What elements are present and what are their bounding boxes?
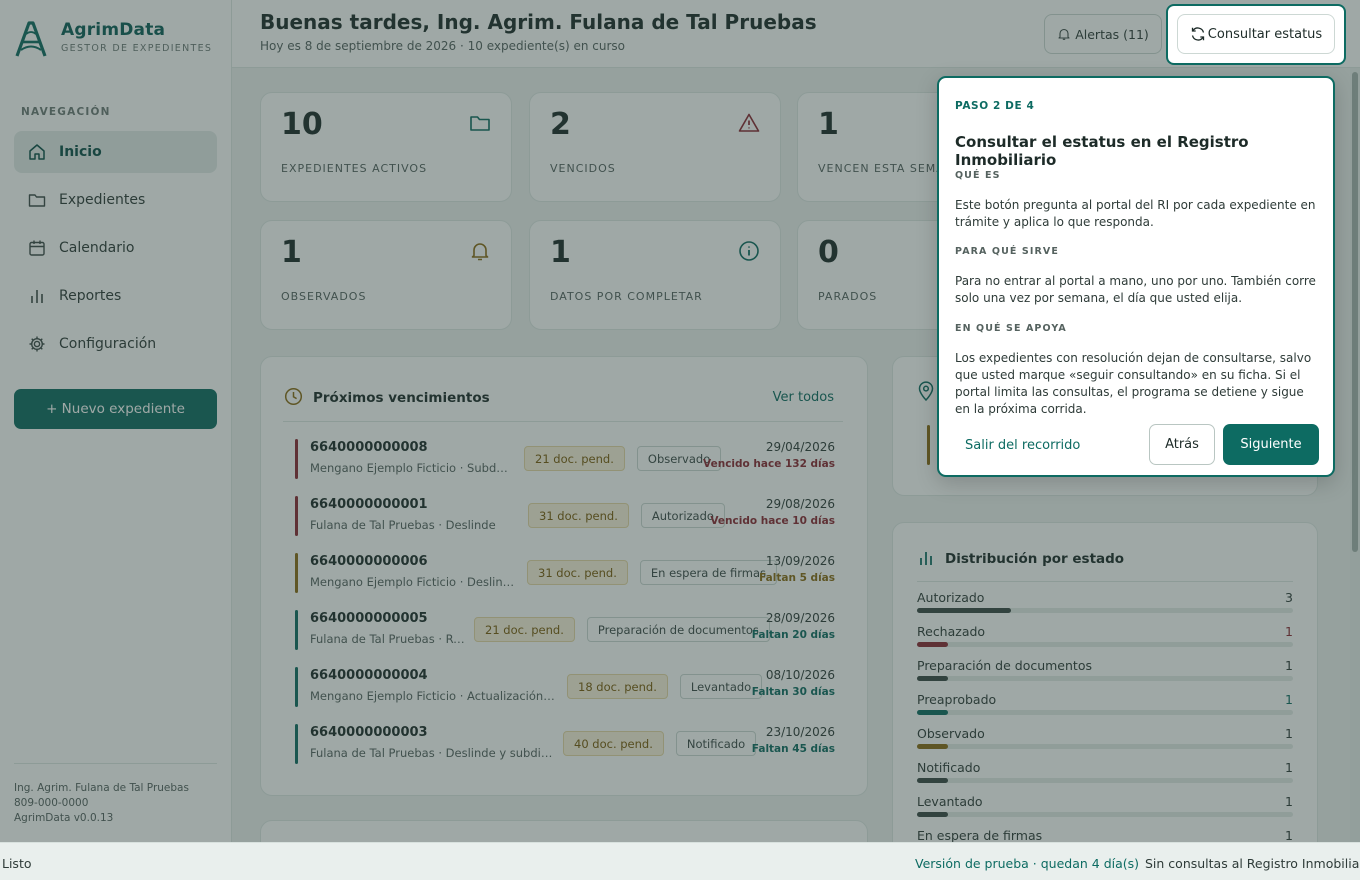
tour-heading-para-que: PARA QUÉ SIRVE xyxy=(955,246,1059,257)
tour-heading-apoya: EN QUÉ SE APOYA xyxy=(955,323,1067,334)
tour-title: Consultar el estatus en el Registro Inmo… xyxy=(955,133,1249,169)
tour-text-apoya: Los expedientes con resolución dejan de … xyxy=(955,351,1312,416)
tour-popover: PASO 2 DE 4 Consultar el estatus en el R… xyxy=(937,76,1335,477)
refresh-icon xyxy=(1191,27,1204,41)
tour-back-button[interactable]: Atrás xyxy=(1149,424,1215,465)
tour-next-button[interactable]: Siguiente xyxy=(1223,424,1319,465)
tour-heading-que-es: QUÉ ES xyxy=(955,170,1001,181)
ri-status: Sin consultas al Registro Inmobiliario xyxy=(1145,856,1360,871)
tour-text-que-es: Este botón pregunta al portal del RI por… xyxy=(955,198,1316,229)
tour-highlight: Consultar estatus xyxy=(1168,6,1344,63)
trial-status[interactable]: Versión de prueba · quedan 4 día(s) xyxy=(915,856,1139,871)
tour-step-indicator: PASO 2 DE 4 xyxy=(955,100,1035,112)
tour-text-para-que: Para no entrar al portal a mano, uno por… xyxy=(955,274,1316,305)
consultar-estatus-button[interactable]: Consultar estatus xyxy=(1177,14,1335,54)
status-text: Listo xyxy=(2,856,32,871)
tour-exit-link[interactable]: Salir del recorrido xyxy=(965,438,1080,453)
consultar-estatus-label: Consultar estatus xyxy=(1207,26,1323,42)
status-bar: Listo Versión de prueba · quedan 4 día(s… xyxy=(0,842,1360,880)
